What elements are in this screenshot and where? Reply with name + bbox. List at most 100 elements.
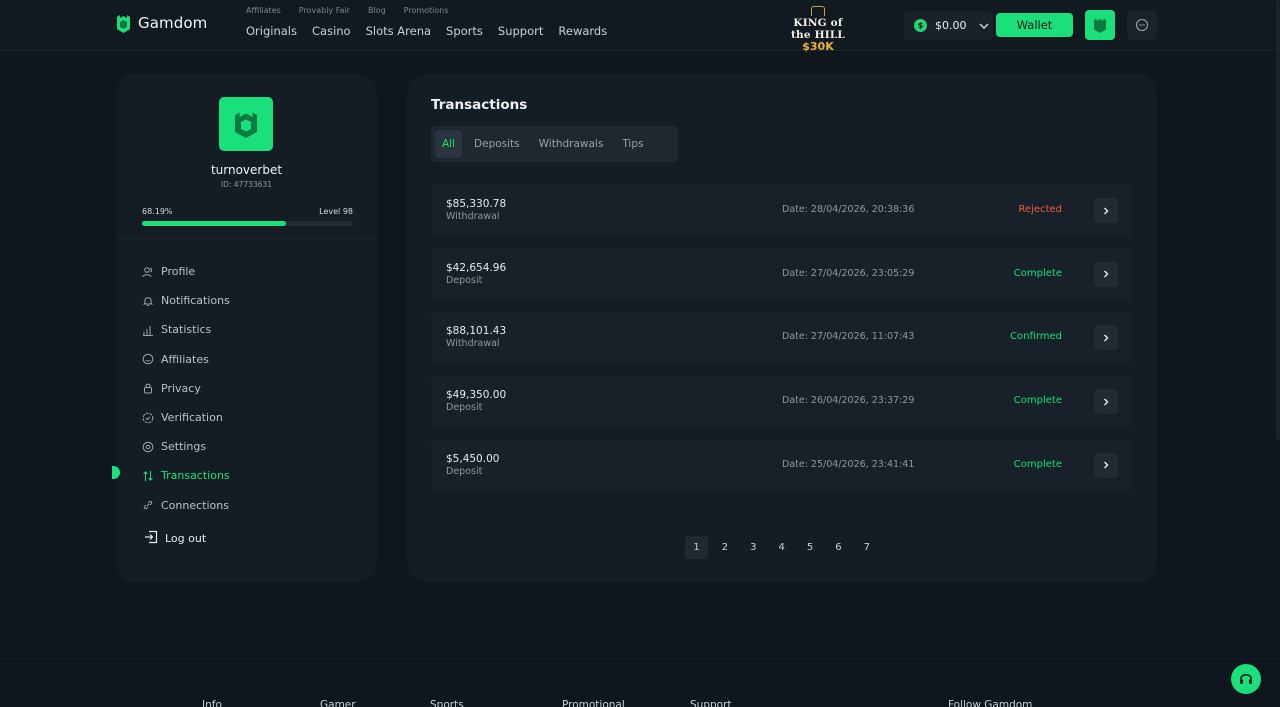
gamdom-logo-icon — [117, 15, 130, 33]
sidebar-item-label: Connections — [161, 498, 229, 512]
page-button[interactable]: 2 — [713, 536, 736, 559]
sidebar-item-transactions[interactable]: Transactions — [142, 461, 230, 490]
table-row[interactable]: $88,101.43 Withdrawal Date: 27/04/2026, … — [431, 312, 1133, 365]
chevron-right-icon[interactable] — [1094, 389, 1118, 415]
lock-icon — [142, 382, 154, 394]
nav-affiliates[interactable]: Affiliates — [246, 6, 281, 15]
promo-title: KING of the HILL — [790, 17, 846, 41]
tab-deposits[interactable]: Deposits — [467, 130, 527, 158]
sidebar-item-statistics[interactable]: Statistics — [142, 315, 230, 344]
nav-blog[interactable]: Blog — [368, 6, 386, 15]
transaction-filter-tabs: All Deposits Withdrawals Tips — [431, 126, 678, 162]
account-menu: Profile Notifications Statistics Affilia… — [142, 257, 230, 520]
balance-selector[interactable]: $ $0.00 — [904, 11, 993, 40]
page-scrollbar[interactable] — [1276, 0, 1280, 440]
table-row[interactable]: $42,654.96 Deposit Date: 27/04/2026, 23:… — [431, 248, 1133, 301]
sidebar-item-verification[interactable]: Verification — [142, 403, 230, 432]
nav-sports[interactable]: Sports — [446, 24, 483, 38]
sidebar-item-label: Verification — [161, 411, 223, 425]
tab-tips[interactable]: Tips — [615, 130, 650, 158]
chevron-right-icon[interactable] — [1094, 452, 1118, 478]
tx-amount: $85,330.78 — [446, 198, 507, 210]
status-badge: Complete — [1013, 395, 1062, 407]
user-id: ID: 47733631 — [220, 180, 273, 189]
tx-amount: $88,101.43 — [446, 325, 507, 338]
page-button[interactable]: 1 — [685, 536, 708, 559]
level-progress-bar — [142, 221, 353, 226]
chat-button[interactable] — [1127, 10, 1157, 40]
tx-date: Date: 28/04/2026, 20:38:36 — [782, 204, 915, 215]
level-progress-fill — [142, 221, 286, 226]
tx-amount: $49,350.00 — [446, 389, 507, 402]
smile-icon — [142, 353, 154, 365]
brand-logo[interactable]: Gamdom — [115, 13, 207, 33]
secondary-nav: Affiliates Provably Fair Blog Promotions — [246, 6, 467, 15]
headset-icon — [1240, 673, 1252, 684]
tab-withdrawals[interactable]: Withdrawals — [532, 130, 611, 158]
nav-promotions[interactable]: Promotions — [404, 6, 449, 15]
live-support-button[interactable] — [1231, 664, 1261, 694]
level-progress-percent: 68.19% — [142, 207, 173, 216]
tx-amount: $42,654.96 — [446, 261, 507, 274]
wallet-button[interactable]: Wallet — [996, 13, 1073, 37]
divider — [116, 238, 377, 239]
castle-icon — [235, 112, 257, 138]
transaction-list: $85,330.78 Withdrawal Date: 28/04/2026, … — [431, 185, 1133, 503]
table-row[interactable]: $85,330.78 Withdrawal Date: 28/04/2026, … — [431, 185, 1133, 237]
chat-icon — [1135, 18, 1149, 32]
chevron-right-icon[interactable] — [1094, 198, 1118, 223]
nav-originals[interactable]: Originals — [246, 24, 297, 38]
status-badge: Rejected — [1018, 204, 1062, 215]
sidebar-item-notifications[interactable]: Notifications — [142, 286, 230, 315]
page-button[interactable]: 5 — [799, 536, 822, 559]
sidebar-item-settings[interactable]: Settings — [142, 432, 230, 461]
sidebar-item-privacy[interactable]: Privacy — [142, 374, 230, 403]
tx-date: Date: 27/04/2026, 11:07:43 — [782, 331, 915, 343]
page-title: Transactions — [431, 97, 528, 113]
page-button[interactable]: 4 — [770, 536, 793, 559]
table-row[interactable]: $49,350.00 Deposit Date: 26/04/2026, 23:… — [431, 376, 1133, 429]
tx-type: Withdrawal — [446, 338, 500, 350]
tx-type: Deposit — [446, 402, 483, 414]
tx-date: Date: 25/04/2026, 23:41:41 — [782, 458, 915, 470]
status-badge: Complete — [1013, 267, 1062, 279]
sidebar-item-affiliates[interactable]: Affiliates — [142, 345, 230, 374]
footer-heading-gamer: Gamer — [320, 699, 356, 707]
account-sidebar: turnoverbet ID: 47733631 68.19% Level 98… — [112, 74, 377, 582]
tab-all[interactable]: All — [435, 130, 463, 158]
tx-date: Date: 26/04/2026, 23:37:29 — [782, 395, 915, 407]
tx-type: Deposit — [446, 465, 483, 477]
profile-avatar — [219, 97, 273, 151]
sidebar-item-profile[interactable]: Profile — [142, 257, 230, 286]
footer-heading-sports: Sports — [430, 699, 464, 707]
tx-date: Date: 27/04/2026, 23:05:29 — [782, 267, 915, 279]
brand-name: Gamdom — [138, 14, 208, 32]
pagination: 1 2 3 4 5 6 7 — [685, 536, 884, 559]
gear-icon — [142, 441, 154, 453]
footer-heading-follow: Follow Gamdom — [948, 699, 1033, 707]
page-button[interactable]: 6 — [827, 536, 850, 559]
currency-coin-icon: $ — [914, 19, 927, 32]
nav-rewards[interactable]: Rewards — [558, 24, 607, 38]
page-button[interactable]: 7 — [855, 536, 878, 559]
sidebar-item-connections[interactable]: Connections — [142, 491, 230, 520]
sidebar-item-label: Privacy — [161, 381, 201, 395]
user-avatar-button[interactable] — [1085, 10, 1115, 40]
king-of-the-hill-promo[interactable]: KING of the HILL $30K — [782, 6, 854, 53]
nav-support[interactable]: Support — [498, 24, 543, 38]
table-row[interactable]: $5,450.00 Deposit Date: 25/04/2026, 23:4… — [431, 439, 1133, 492]
nav-casino[interactable]: Casino — [312, 24, 351, 38]
nav-provably-fair[interactable]: Provably Fair — [299, 6, 350, 15]
sidebar-item-label: Affiliates — [161, 352, 209, 366]
chevron-right-icon[interactable] — [1094, 325, 1118, 351]
sidebar-item-label: Statistics — [161, 323, 212, 337]
sidebar-item-label: Profile — [161, 265, 196, 279]
footer-heading-info: Info — [202, 699, 222, 707]
bar-chart-icon — [142, 324, 154, 336]
nav-slots-arena[interactable]: Slots Arena — [366, 24, 431, 38]
chevron-right-icon[interactable] — [1094, 261, 1118, 287]
transactions-panel: Transactions All Deposits Withdrawals Ti… — [407, 74, 1157, 582]
page-button[interactable]: 3 — [742, 536, 765, 559]
chevron-down-icon — [978, 22, 989, 29]
logout-button[interactable]: Log out — [144, 529, 206, 548]
